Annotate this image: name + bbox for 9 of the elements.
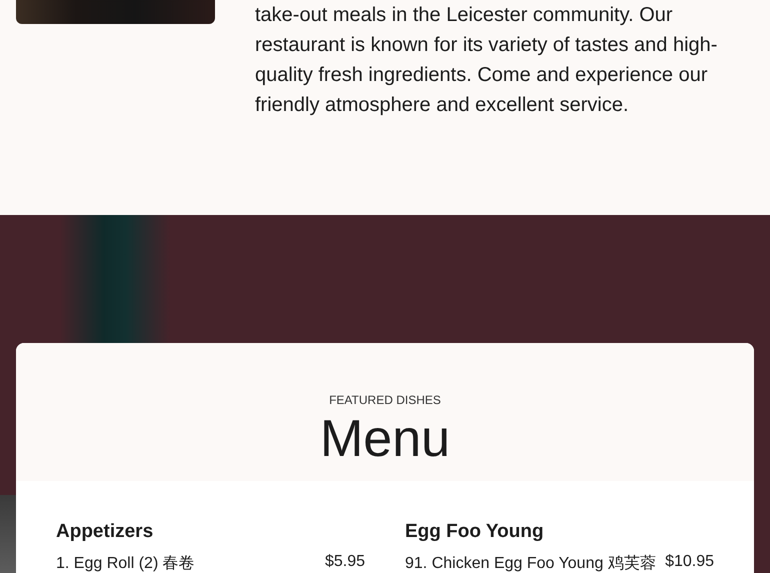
dish-price: $5.95 bbox=[324, 553, 365, 572]
menu-eyebrow: FEATURED DISHES bbox=[329, 393, 441, 407]
about-paragraph: take-out meals in the Leicester community. Our restaurant is known for its variety of tastes and high-quality fresh ingredients. Come and experience our friendly atmosphere and excellent service. bbox=[255, 3, 718, 118]
menu-title: Menu bbox=[320, 409, 450, 469]
section-heading: Appetizers bbox=[56, 521, 154, 543]
dish-name: 91. Chicken Egg Foo Young 鸡芙蓉 bbox=[405, 554, 656, 573]
dish-name: 1. Egg Roll (2) 春卷 bbox=[56, 554, 195, 573]
section-heading: Egg Foo Young bbox=[405, 521, 545, 543]
dish-price: $10.95 bbox=[665, 553, 714, 572]
